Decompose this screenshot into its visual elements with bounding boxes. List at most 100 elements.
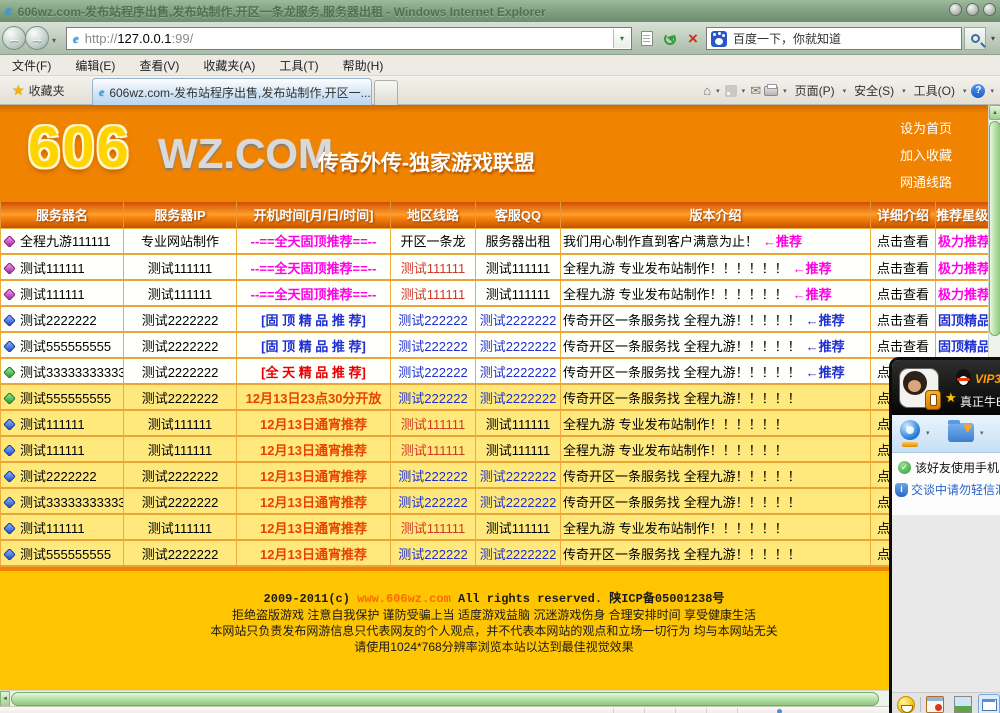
scroll-up-icon[interactable]: ▲ bbox=[989, 105, 1000, 120]
send-file-dropdown-icon[interactable]: ▾ bbox=[980, 429, 984, 437]
footer-health-notice: 拒绝盗版游戏 注意自我保护 谨防受骗上当 适度游戏益脑 沉迷游戏伤身 合理安排时… bbox=[0, 607, 988, 623]
webcam-icon[interactable] bbox=[898, 420, 922, 444]
search-button[interactable] bbox=[964, 27, 986, 50]
print-icon[interactable] bbox=[764, 86, 778, 96]
netcom-line-link[interactable]: 网通线路 bbox=[900, 169, 952, 196]
detail-link[interactable]: 点击查看 bbox=[877, 234, 929, 249]
server-name-cell: 测试333333333333 bbox=[1, 358, 124, 384]
mail-icon[interactable]: ✉ bbox=[750, 83, 761, 99]
address-bar[interactable]: e http://127.0.0.1:99/ ▾ bbox=[66, 27, 632, 50]
server-name-link[interactable]: 测试111111 bbox=[20, 417, 85, 432]
send-image-icon[interactable] bbox=[954, 696, 972, 713]
qq-message-area: ✓ 该好友使用手机 i 交谈中请勿轻信汇 bbox=[892, 453, 1000, 515]
qq-penguin-icon bbox=[956, 369, 971, 386]
server-ip-cell: 测试111111 bbox=[124, 280, 237, 306]
print-dropdown-icon[interactable]: ▾ bbox=[783, 87, 787, 95]
compatibility-view-button[interactable] bbox=[637, 27, 657, 50]
server-name-link[interactable]: 测试555555555 bbox=[20, 339, 111, 354]
home-dropdown-icon[interactable]: ▾ bbox=[716, 87, 720, 95]
favorites-button[interactable]: ★ 收藏夹 bbox=[6, 80, 71, 101]
menu-file[interactable]: 文件(F) bbox=[0, 57, 63, 74]
server-name-link[interactable]: 测试111111 bbox=[20, 443, 85, 458]
baidu-logo-icon bbox=[711, 31, 727, 47]
help-dropdown-icon[interactable]: ▾ bbox=[990, 87, 994, 95]
server-name-link[interactable]: 测试111111 bbox=[20, 287, 85, 302]
menu-edit[interactable]: 编辑(E) bbox=[63, 57, 127, 74]
minimize-button[interactable] bbox=[949, 3, 962, 16]
title-bar: e 606wz.com-发布站程序出售,发布站制作,开区一条龙服务,服务器出租 … bbox=[0, 0, 1000, 22]
open-time-cell: [固 顶 精 品 推 荐] bbox=[237, 306, 391, 332]
search-input[interactable]: 百度一下，你就知道 bbox=[706, 27, 962, 50]
header-detail: 详细介绍 bbox=[871, 202, 936, 228]
tools-menu-button[interactable]: 工具(O) bbox=[911, 82, 958, 99]
version-intro-text: 传奇开区一条服务找 全程九游！！！！！ bbox=[563, 547, 801, 562]
service-qq-cell: 测试2222222 bbox=[476, 332, 561, 358]
screen-capture-icon[interactable] bbox=[926, 696, 944, 713]
server-name-link[interactable]: 测试333333333333 bbox=[20, 365, 124, 380]
avatar[interactable] bbox=[899, 368, 939, 408]
maximize-button[interactable] bbox=[966, 3, 979, 16]
add-favorite-link[interactable]: 加入收藏 bbox=[900, 142, 952, 169]
browser-tab[interactable]: e 606wz.com-发布站程序出售,发布站制作,开区一... bbox=[92, 78, 372, 105]
feed-dropdown-icon[interactable]: ▾ bbox=[742, 87, 746, 95]
address-dropdown-icon[interactable]: ▾ bbox=[613, 29, 630, 48]
scroll-left-icon[interactable]: ◄ bbox=[0, 691, 10, 707]
menu-favorites[interactable]: 收藏夹(A) bbox=[191, 57, 267, 74]
detail-link[interactable]: 点击查看 bbox=[877, 287, 929, 302]
horizontal-scrollbar[interactable]: ◄ bbox=[0, 690, 988, 706]
detail-cell: 点击查看 bbox=[871, 228, 936, 254]
detail-link[interactable]: 点击查看 bbox=[877, 339, 929, 354]
new-tab-button[interactable] bbox=[374, 80, 398, 105]
search-options-dropdown[interactable]: ▾ bbox=[987, 27, 999, 50]
help-icon[interactable]: ? bbox=[971, 84, 985, 98]
open-time-cell: [全 天 精 品 推 荐] bbox=[237, 358, 391, 384]
set-homepage-link[interactable]: 设为首页 bbox=[900, 115, 952, 142]
menu-view[interactable]: 查看(V) bbox=[127, 57, 191, 74]
server-name-link[interactable]: 测试555555555 bbox=[20, 391, 111, 406]
back-button[interactable]: ← bbox=[2, 26, 26, 50]
open-time-cell: 12月13日通宵推荐 bbox=[237, 410, 391, 436]
menu-help[interactable]: 帮助(H) bbox=[331, 57, 396, 74]
emoticon-icon[interactable] bbox=[897, 696, 915, 713]
gem-icon bbox=[3, 444, 16, 457]
server-name-link[interactable]: 测试2222222 bbox=[20, 469, 97, 484]
stop-button[interactable]: × bbox=[683, 27, 703, 50]
safety-dropdown-icon[interactable]: ▾ bbox=[902, 87, 906, 95]
page-menu-button[interactable]: 页面(P) bbox=[792, 82, 838, 99]
version-intro-text: 传奇开区一条服务找 全程九游！！！！！ bbox=[563, 495, 801, 510]
site-logo-domain: WZ.COM bbox=[158, 133, 333, 175]
server-name-cell: 测试111111 bbox=[1, 410, 124, 436]
server-name-link[interactable]: 测试333333333333 bbox=[20, 495, 124, 510]
server-name-link[interactable]: 全程九游111111 bbox=[20, 234, 111, 249]
refresh-icon bbox=[664, 33, 676, 45]
screenshot-tool-icon[interactable] bbox=[978, 694, 1000, 713]
footer-site-link[interactable]: www.606wz.com bbox=[357, 592, 451, 606]
menu-tools[interactable]: 工具(T) bbox=[267, 57, 330, 74]
send-file-icon[interactable] bbox=[948, 423, 974, 442]
webcam-dropdown-icon[interactable]: ▾ bbox=[926, 429, 930, 437]
home-icon[interactable]: ⌂ bbox=[703, 83, 711, 98]
server-name-link[interactable]: 测试555555555 bbox=[20, 547, 111, 562]
gem-icon bbox=[3, 340, 16, 353]
close-button[interactable] bbox=[983, 3, 996, 16]
history-dropdown-icon[interactable]: ▾ bbox=[52, 36, 56, 45]
server-name-link[interactable]: 测试111111 bbox=[20, 261, 85, 276]
page-dropdown-icon[interactable]: ▾ bbox=[843, 87, 847, 95]
detail-link[interactable]: 点击查看 bbox=[877, 313, 929, 328]
safety-menu-button[interactable]: 安全(S) bbox=[851, 82, 897, 99]
service-qq-cell: 测试111111 bbox=[476, 514, 561, 540]
forward-button[interactable]: → bbox=[25, 26, 49, 50]
qq-input-area[interactable] bbox=[892, 515, 1000, 692]
refresh-button[interactable] bbox=[659, 27, 681, 50]
header-star-level: 推荐星级 bbox=[936, 202, 989, 228]
horizontal-scroll-thumb[interactable] bbox=[11, 692, 879, 706]
server-name-link[interactable]: 测试111111 bbox=[20, 521, 85, 536]
table-row: 测试111111测试11111112月13日通宵推荐测试111111测试1111… bbox=[1, 410, 989, 436]
vertical-scroll-thumb[interactable] bbox=[989, 121, 1000, 336]
feed-icon[interactable] bbox=[725, 85, 737, 97]
region-line-cell: 测试222222 bbox=[391, 488, 476, 514]
tools-dropdown-icon[interactable]: ▾ bbox=[963, 87, 967, 95]
detail-link[interactable]: 点击查看 bbox=[877, 261, 929, 276]
server-name-link[interactable]: 测试2222222 bbox=[20, 313, 97, 328]
region-line-cell: 开区一条龙 bbox=[391, 228, 476, 254]
